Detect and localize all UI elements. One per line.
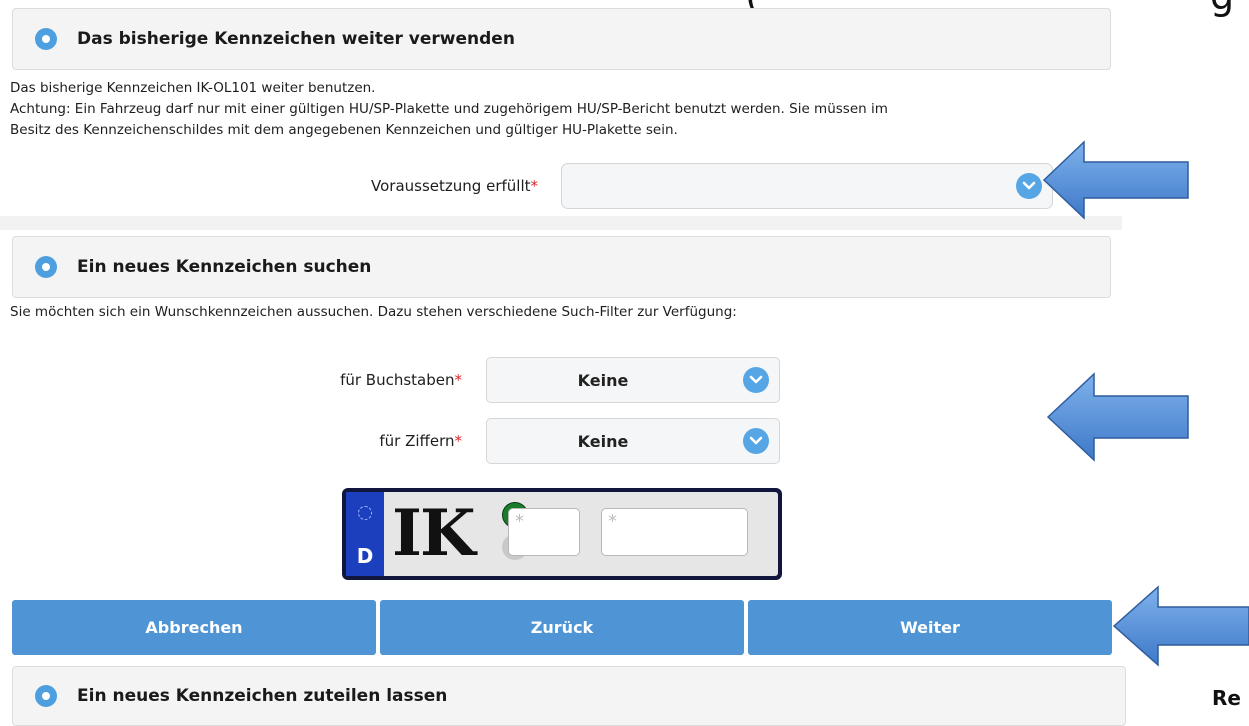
chevron-down-icon[interactable] — [1016, 173, 1042, 199]
option-assign-plate-header[interactable]: Ein neues Kennzeichen zuteilen lassen — [12, 666, 1126, 726]
back-button[interactable]: Zurück — [380, 600, 744, 655]
search-plate-description: Sie möchten sich ein Wunschkennzeichen a… — [10, 304, 737, 320]
option-title: Ein neues Kennzeichen zuteilen lassen — [77, 686, 448, 706]
eu-band: D — [346, 492, 384, 576]
pointer-arrow-icon — [1046, 372, 1189, 462]
radio-button-icon[interactable] — [35, 256, 57, 278]
pointer-arrow-icon — [1112, 585, 1249, 667]
requirement-label: Voraussetzung erfüllt* — [371, 177, 538, 195]
next-button[interactable]: Weiter — [748, 600, 1112, 655]
pointer-arrow-icon — [1042, 140, 1189, 220]
option-title: Ein neues Kennzeichen suchen — [77, 257, 372, 277]
chevron-down-icon[interactable] — [743, 367, 769, 393]
requirement-select[interactable] — [561, 163, 1053, 209]
cancel-button[interactable]: Abbrechen — [12, 600, 376, 655]
plate-letters-input[interactable]: * — [508, 508, 580, 556]
letters-filter-select[interactable]: Keine — [486, 357, 780, 403]
cut-off-slide-text: Re — [1212, 686, 1241, 710]
district-code: IK — [392, 496, 476, 571]
cut-off-slide-text: g — [1210, 0, 1234, 18]
option-title: Das bisherige Kennzeichen weiter verwend… — [77, 29, 515, 49]
digits-filter-select[interactable]: Keine — [486, 418, 780, 464]
plate-digits-input[interactable]: * — [601, 508, 748, 556]
option-search-plate-header[interactable]: Ein neues Kennzeichen suchen — [12, 236, 1111, 298]
country-code: D — [356, 544, 374, 568]
eu-stars-icon — [358, 506, 372, 520]
chevron-down-icon[interactable] — [743, 428, 769, 454]
section-divider — [0, 216, 1122, 230]
digits-filter-label: für Ziffern* — [379, 432, 462, 450]
license-plate-preview: D IK TC * * — [342, 488, 782, 580]
keep-plate-description: Das bisherige Kennzeichen IK-OL101 weite… — [10, 80, 888, 138]
radio-button-icon[interactable] — [35, 28, 57, 50]
option-keep-plate-header[interactable]: Das bisherige Kennzeichen weiter verwend… — [12, 8, 1111, 70]
radio-button-icon[interactable] — [35, 685, 57, 707]
letters-filter-label: für Buchstaben* — [340, 371, 462, 389]
